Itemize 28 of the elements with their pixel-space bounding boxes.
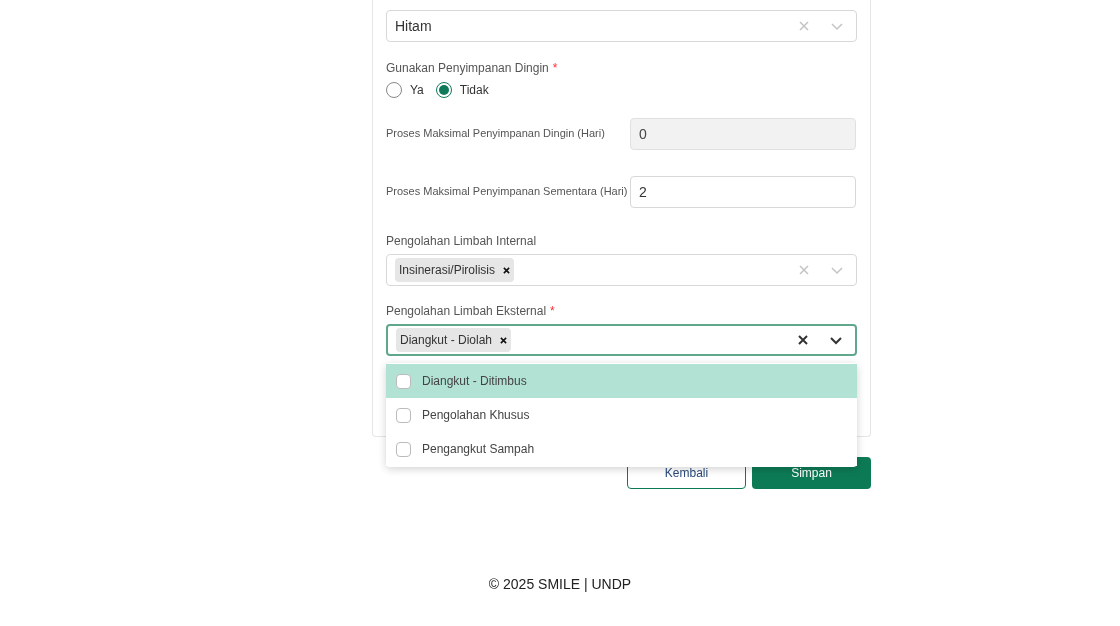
remove-tag-icon[interactable] <box>500 336 508 344</box>
field-label: Gunakan Penyimpanan Dingin <box>386 60 549 77</box>
footer-text: © 2025 SMILE | UNDP <box>488 575 632 594</box>
tag-label: Insinerasi/Pirolisis <box>399 262 496 279</box>
field-label: Proses Maksimal Penyimpanan Sementara (Hari) <box>386 184 629 199</box>
checkbox[interactable] <box>396 373 411 389</box>
option-label: Pengolahan Khusus <box>422 407 530 424</box>
dropdown-option[interactable]: Pengolahan Khusus <box>386 398 857 432</box>
field-label: Pengolahan Limbah Eksternal <box>386 303 547 320</box>
option-label: Diangkut - Ditimbus <box>422 373 527 390</box>
field-label: Proses Maksimal Penyimpanan Dingin (Hari) <box>386 126 606 141</box>
number-input[interactable]: 2 <box>630 176 856 208</box>
required-asterisk: * <box>550 303 555 320</box>
field-label: Pengolahan Limbah Internal <box>386 233 537 250</box>
multi-select-field[interactable]: Diangkut - Diolah <box>386 324 857 356</box>
tag-label: Diangkut - Diolah <box>400 332 493 349</box>
radio-label: Tidak <box>459 82 489 99</box>
checkbox[interactable] <box>396 441 411 457</box>
checkbox[interactable] <box>396 407 411 423</box>
select-value: Hitam <box>395 16 433 36</box>
option-label: Pengangkut Sampah <box>422 441 535 458</box>
clear-icon[interactable] <box>797 334 809 346</box>
radio-label: Ya <box>410 82 424 99</box>
dropdown-option[interactable]: Pengangkut Sampah <box>386 432 857 466</box>
multi-select-field[interactable]: Insinerasi/Pirolisis <box>386 254 857 286</box>
dropdown-option[interactable]: Diangkut - Ditimbus <box>386 364 857 398</box>
required-asterisk: * <box>552 60 558 77</box>
remove-tag-icon[interactable] <box>503 266 511 274</box>
